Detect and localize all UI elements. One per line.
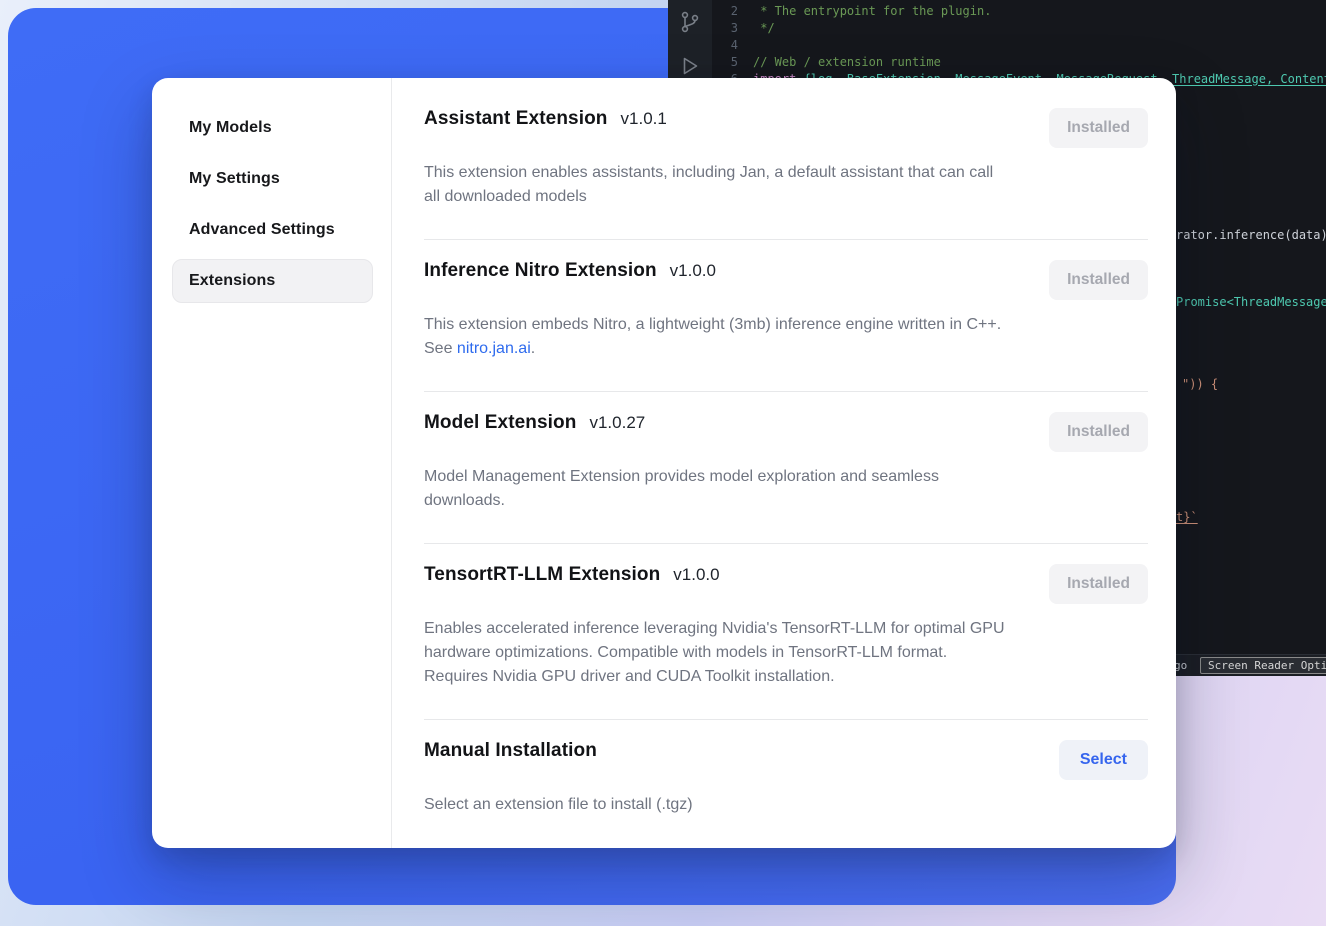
line-number: 3 [712,21,738,35]
extension-version: v1.0.0 [670,261,716,281]
nitro-jan-ai-link[interactable]: nitro.jan.ai [457,340,531,357]
sidebar-item-extensions[interactable]: Extensions [172,259,373,303]
settings-sidebar: My Models My Settings Advanced Settings … [152,78,392,848]
extension-version: v1.0.1 [621,109,667,129]
select-file-button[interactable]: Select [1059,740,1148,780]
code-text: */ [753,21,775,35]
extension-section-tensorrt: TensortRT-LLM Extension v1.0.0 Installed… [424,544,1148,720]
sidebar-item-my-settings[interactable]: My Settings [172,157,373,201]
extensions-panel: Assistant Extension v1.0.1 Installed Thi… [392,78,1176,848]
source-control-icon[interactable] [678,10,702,34]
extension-description: This extension enables assistants, inclu… [424,161,1009,209]
extension-description: This extension embeds Nitro, a lightweig… [424,313,1009,361]
code-line: 2 * The entrypoint for the plugin. [712,2,1326,19]
manual-installation-description: Select an extension file to install (.tg… [424,793,1009,817]
editor-code-area: 2 * The entrypoint for the plugin. 3 */ … [712,2,1326,87]
manual-installation-title: Manual Installation [424,740,597,762]
run-debug-icon[interactable] [678,54,702,78]
description-text: . [531,340,535,357]
installed-button[interactable]: Installed [1049,564,1148,604]
installed-button[interactable]: Installed [1049,260,1148,300]
code-line: 3 */ [712,19,1326,36]
extension-section-assistant: Assistant Extension v1.0.1 Installed Thi… [424,94,1148,240]
extension-section-nitro: Inference Nitro Extension v1.0.0 Install… [424,240,1148,392]
extension-description: Model Management Extension provides mode… [424,465,1009,513]
manual-installation-section: Manual Installation Select Select an ext… [424,720,1148,817]
sidebar-item-my-models[interactable]: My Models [172,106,373,150]
code-text: * The entrypoint for the plugin. [753,4,991,18]
code-fragment: rator.inference(data)); [1176,228,1326,242]
extension-version: v1.0.27 [589,413,645,433]
code-line: 4 [712,36,1326,53]
extension-version: v1.0.0 [673,565,719,585]
code-fragment: ")) { [1182,377,1218,391]
line-number: 5 [712,55,738,69]
extension-title: Model Extension [424,412,576,434]
extension-title: TensortRT-LLM Extension [424,564,660,586]
code-line: 5 // Web / extension runtime [712,53,1326,70]
sidebar-item-advanced-settings[interactable]: Advanced Settings [172,208,373,252]
code-text: // Web / extension runtime [753,55,941,69]
extension-title: Inference Nitro Extension [424,260,657,282]
page: 2 * The entrypoint for the plugin. 3 */ … [0,0,1326,926]
code-fragment: Promise<ThreadMessage> [1176,295,1326,309]
line-number: 4 [712,38,738,52]
extension-description: Enables accelerated inference leveraging… [424,617,1009,689]
extension-section-model: Model Extension v1.0.27 Installed Model … [424,392,1148,544]
code-fragment: t}` [1176,510,1198,524]
installed-button[interactable]: Installed [1049,412,1148,452]
screen-reader-badge[interactable]: Screen Reader Optimized [1200,657,1326,674]
installed-button[interactable]: Installed [1049,108,1148,148]
settings-modal: My Models My Settings Advanced Settings … [152,78,1176,848]
extension-title: Assistant Extension [424,108,608,130]
line-number: 2 [712,4,738,18]
